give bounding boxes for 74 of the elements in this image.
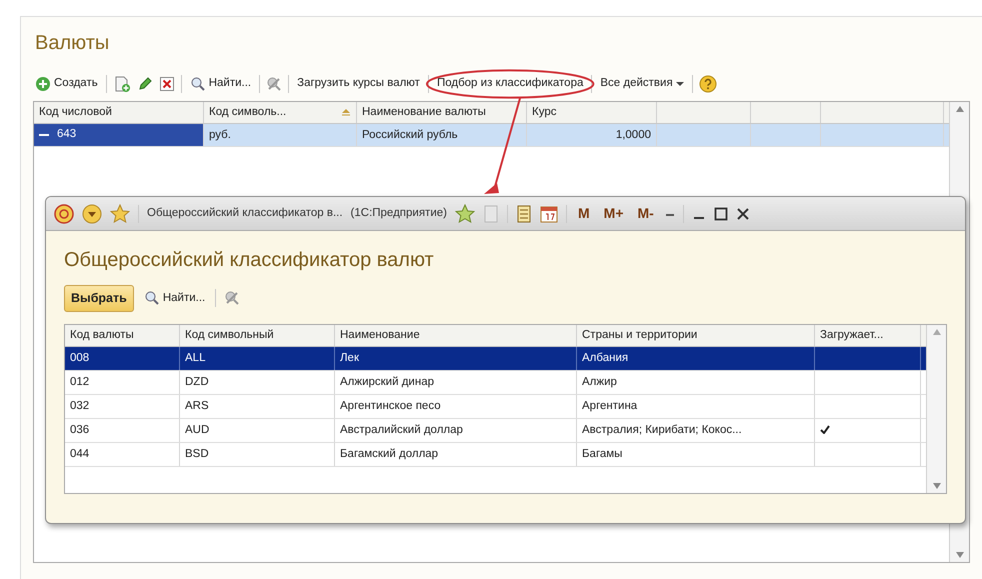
table-cell-text: 643 [57,127,76,142]
column-header[interactable]: Страны и территории [577,324,815,346]
star-arrow-icon[interactable] [454,204,475,224]
table-cell: Австралия; Кирибати; Кокос... [582,424,742,436]
table-cell: 012 [70,376,90,388]
pencil-icon[interactable] [136,76,153,92]
table-cell: ALL [185,352,206,364]
calculator-icon[interactable] [516,204,532,222]
table-cell: Аргентинское песо [340,400,441,412]
table-cell: 1,0000 [616,129,651,141]
star-icon[interactable] [110,204,130,224]
scroll-up-icon[interactable] [956,106,964,112]
table-row[interactable]: 012 DZD Алжирский динар Алжир [65,370,926,395]
table-row[interactable]: 008 ALL Лек Албания [65,346,926,371]
table-cell: BSD [185,448,209,460]
find-button[interactable]: Найти... [142,290,208,307]
table-row[interactable]: 036 AUD Австралийский доллар Австралия; Кирибати; Кокос... [65,418,926,443]
select-button[interactable]: Выбрать [64,285,134,312]
column-header[interactable]: Загружает... [815,324,921,346]
table-cell: 044 [70,448,90,460]
app-logo-icon[interactable] [54,204,74,224]
table-cell: Российский рубль [362,129,458,141]
table-cell: Алжир [582,376,617,388]
column-header[interactable]: Код числовой [34,102,204,123]
all-actions-button[interactable]: Все действия [598,75,686,93]
pick-from-classifier-button[interactable]: Подбор из классификатора [434,75,586,93]
scroll-down-icon[interactable] [956,552,964,558]
table-row[interactable]: 643 руб. Российский рубль 1,0000 [34,124,949,147]
memory-button[interactable]: M- [634,203,657,224]
table-cell: 036 [70,424,90,436]
app-name: (1С:Предприятие) [350,206,447,221]
calendar-icon[interactable] [540,204,558,222]
scroll-down-icon[interactable] [932,482,940,489]
column-header[interactable]: Курс [527,102,657,123]
table-cell: 008 [70,352,90,364]
search-icon [144,290,160,306]
scroll-up-icon[interactable] [932,328,940,335]
copy-icon[interactable] [112,75,131,93]
load-rates-button[interactable]: Загрузить курсы валют [295,75,422,93]
dialog-heading: Общероссийский классификатор валют [64,248,435,273]
table-cell: Багамский доллар [340,448,438,460]
window-title: Общероссийский классификатор в... [147,206,343,221]
help-icon[interactable] [698,75,717,93]
cancel-search-icon[interactable] [224,290,240,306]
table-cell: Австралийский доллар [340,424,463,436]
column-header[interactable]: Наименование валюты [357,102,527,123]
menu-icon[interactable] [82,204,102,224]
table-cell: Лек [340,352,359,364]
close-icon[interactable] [736,206,750,220]
table-cell: Аргентина [582,400,638,412]
table-row[interactable]: 044 BSD Багамский доллар Багамы [65,442,926,467]
table-cell: AUD [185,424,210,436]
table-cell: Багамы [582,448,622,460]
memory-button[interactable]: M+ [600,203,626,224]
table-cell: Албания [582,352,628,364]
table-row[interactable]: 032 ARS Аргентинское песо Аргентина [65,394,926,419]
create-button[interactable]: Создать [33,75,100,93]
table-cell: ARS [185,400,209,412]
table-cell: DZD [185,376,209,388]
memory-button[interactable]: M [574,203,593,224]
column-header[interactable]: Код символьный [180,324,335,346]
table-cell: руб. [209,129,231,141]
add-icon [35,76,51,92]
delete-icon[interactable] [158,76,175,92]
find-button[interactable]: Найти... [188,75,254,93]
table-cell: Алжирский динар [340,376,434,388]
table-cell: 032 [70,400,90,412]
column-header[interactable]: Код валюты [65,324,180,346]
search-icon [190,76,206,92]
column-header[interactable]: Наименование [335,324,577,346]
form-title: Валюты [35,31,110,55]
maximize-icon[interactable] [714,206,728,220]
cancel-search-icon[interactable] [266,76,282,92]
column-header[interactable]: Код символь... [204,102,357,123]
